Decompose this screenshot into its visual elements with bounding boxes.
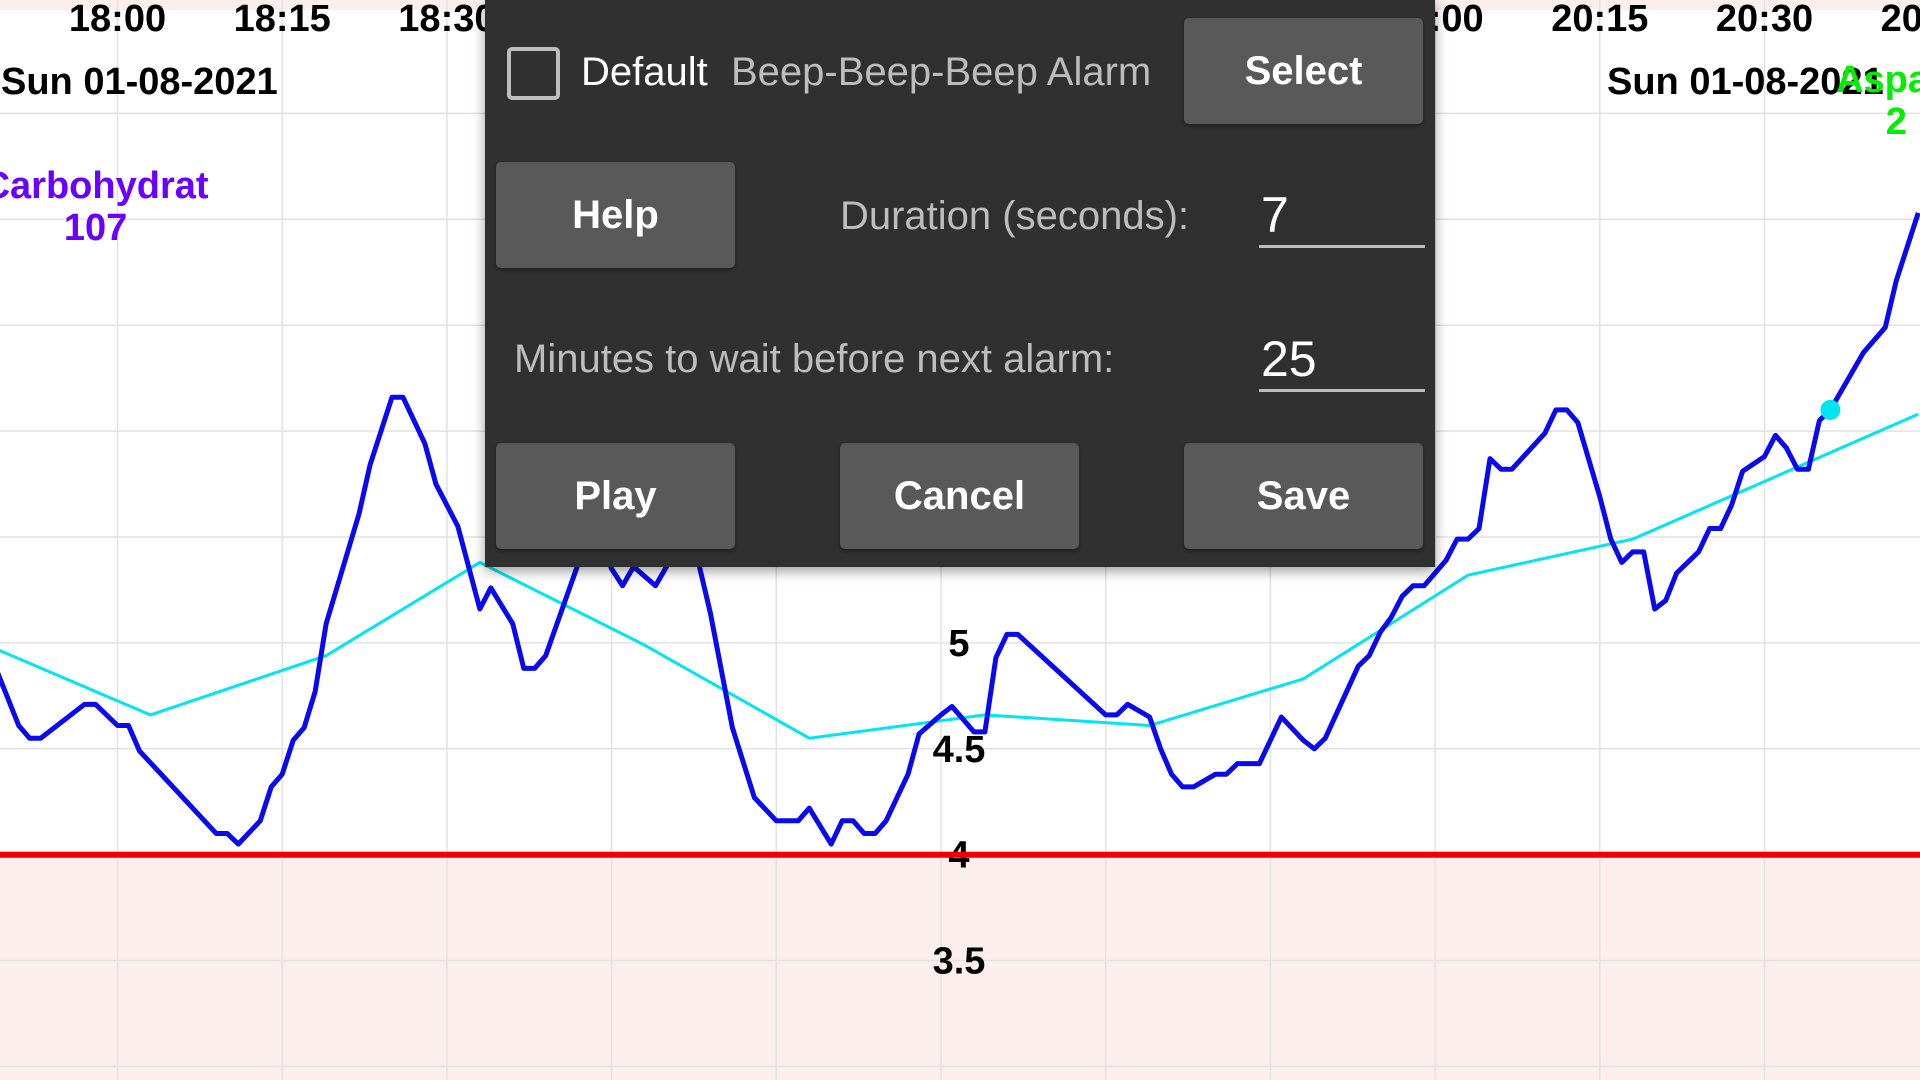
x-tick-label: 18:30 (398, 0, 495, 40)
select-button[interactable]: Select (1184, 18, 1423, 124)
wait-minutes-input[interactable]: 25 (1259, 329, 1425, 392)
sound-name: Beep-Beep-Beep Alarm (731, 50, 1152, 94)
duration-label: Duration (seconds): (839, 194, 1189, 238)
alarm-settings-dialog: Default Beep-Beep-Beep Alarm Select Help… (485, 0, 1435, 567)
x-tick-label: 18:00 (69, 0, 166, 40)
save-button[interactable]: Save (1184, 443, 1423, 549)
y-tick-label: 5 (948, 623, 969, 665)
default-label: Default (581, 50, 708, 94)
annotation-label: Carbohydrat (0, 165, 209, 207)
default-checkbox[interactable] (507, 47, 560, 100)
y-tick-label: 3.5 (933, 941, 986, 983)
help-button[interactable]: Help (496, 162, 735, 268)
x-tick-label: 20:15 (1551, 0, 1648, 40)
annotation-label: Aspart (1836, 59, 1920, 101)
play-button[interactable]: Play (496, 443, 735, 549)
annotation-value: 107 (64, 207, 127, 249)
x-tick-label: 20:30 (1716, 0, 1813, 40)
y-tick-label: 4.5 (933, 729, 986, 771)
annotation-value: 2 (1886, 101, 1907, 143)
duration-input[interactable]: 7 (1259, 185, 1425, 248)
current-reading-marker (1820, 399, 1841, 420)
cancel-button[interactable]: Cancel (840, 443, 1079, 549)
date-label-left: Sun 01-08-2021 (1, 61, 278, 103)
wait-label: Minutes to wait before next alarm: (514, 337, 1115, 381)
x-tick-label: 18:15 (234, 0, 331, 40)
x-tick-label: 20:45 (1881, 0, 1920, 40)
